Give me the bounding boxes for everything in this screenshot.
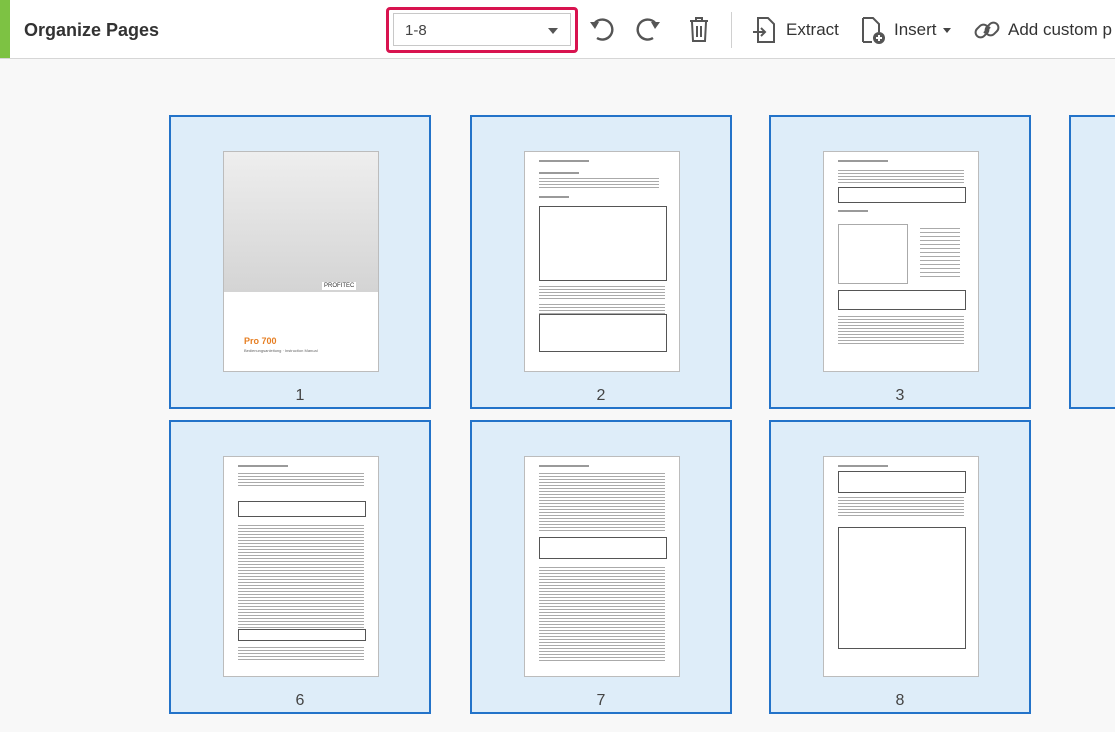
page-thumbnail[interactable]: 2 <box>470 115 732 409</box>
accent-bar <box>0 0 10 58</box>
cover-brand: PROFITEC <box>322 282 357 290</box>
page-thumbnail[interactable]: 8 <box>769 420 1031 714</box>
page-thumbnail[interactable]: PROFITEC Pro 700 Bedienungsanleitung · I… <box>169 115 431 409</box>
cover-title: Pro 700 <box>244 336 277 346</box>
page-preview: PROFITEC Pro 700 Bedienungsanleitung · I… <box>223 151 379 372</box>
page-number: 7 <box>596 692 606 709</box>
link-icon <box>974 21 1000 39</box>
extract-button[interactable]: Extract <box>750 14 839 46</box>
page-preview <box>823 151 979 372</box>
chevron-down-icon <box>942 27 951 33</box>
add-custom-label: Add custom p <box>1008 20 1112 39</box>
page-title: Organize Pages <box>24 20 160 40</box>
insert-label: Insert <box>894 20 937 39</box>
chevron-down-icon <box>548 28 558 34</box>
extract-icon <box>753 17 775 43</box>
insert-page-icon <box>862 17 885 44</box>
rotate-right-icon <box>636 18 660 41</box>
page-number: 2 <box>596 387 606 404</box>
rotate-left-icon <box>590 18 614 41</box>
page-number: 8 <box>895 692 905 709</box>
rotate-left-button[interactable] <box>586 14 616 44</box>
page-thumbnail[interactable]: 3 <box>769 115 1031 409</box>
page-preview <box>524 151 680 372</box>
page-range-value: 1-8 <box>405 22 427 39</box>
cover-subtitle: Bedienungsanleitung · Instruction Manual <box>244 348 318 353</box>
rotate-right-button[interactable] <box>634 14 664 44</box>
page-thumbnail[interactable]: 7 <box>470 420 732 714</box>
add-custom-button[interactable]: Add custom p <box>972 14 1112 46</box>
organize-pages-toolbar: Organize Pages 1-8 Extract Insert Add cu… <box>0 0 1115 59</box>
page-thumbnail[interactable]: 6 <box>169 420 431 714</box>
page-preview <box>823 456 979 677</box>
insert-button[interactable]: Insert <box>858 14 951 46</box>
coffee-machine-image <box>224 152 378 292</box>
page-range-dropdown[interactable]: 1-8 <box>393 13 571 46</box>
delete-button[interactable] <box>684 14 714 44</box>
extract-label: Extract <box>786 20 839 39</box>
page-preview <box>524 456 680 677</box>
page-number: 6 <box>295 692 305 709</box>
page-number: 3 <box>895 387 905 404</box>
page-preview <box>223 456 379 677</box>
trash-icon <box>690 17 708 42</box>
page-thumbnail[interactable] <box>1069 115 1115 409</box>
page-number: 1 <box>295 387 305 404</box>
toolbar-separator <box>731 12 732 48</box>
